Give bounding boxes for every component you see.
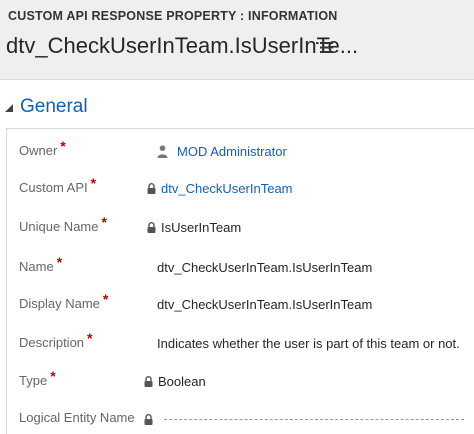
field-row-name: Name * dtv_CheckUserInTeam.IsUserInTeam — [7, 251, 474, 281]
owner-field[interactable]: MOD Administrator — [157, 141, 287, 161]
custom-api-field[interactable]: dtv_CheckUserInTeam — [147, 178, 293, 198]
lock-icon — [147, 221, 156, 233]
field-label-unique-name: Unique Name * — [19, 214, 107, 234]
type-value: Boolean — [158, 373, 206, 389]
menu-list-icon[interactable] — [315, 38, 335, 56]
type-field: Boolean — [144, 371, 206, 391]
unique-name-value: IsUserInTeam — [161, 219, 242, 235]
description-field[interactable]: Indicates whether the user is part of th… — [157, 333, 460, 353]
custom-api-link[interactable]: dtv_CheckUserInTeam — [161, 181, 293, 196]
collapse-triangle-icon[interactable] — [4, 101, 14, 113]
user-icon — [157, 144, 168, 158]
section-title: General — [20, 96, 88, 117]
required-marker: * — [56, 254, 63, 270]
description-value[interactable]: Indicates whether the user is part of th… — [157, 336, 460, 351]
empty-value-placeholder — [164, 418, 464, 420]
field-label-custom-api: Custom API * — [19, 175, 97, 195]
unique-name-field: IsUserInTeam — [147, 217, 241, 237]
lock-icon — [144, 413, 153, 425]
section-header-general[interactable]: General — [4, 94, 88, 120]
field-row-unique-name: Unique Name * IsUserInTeam — [7, 211, 474, 241]
required-marker: * — [101, 214, 107, 230]
record-title: dtv_CheckUserInTeam.IsUserInTe... — [6, 33, 359, 58]
field-row-type: Type * Boolean — [7, 365, 474, 395]
field-label-display-name: Display Name * — [19, 291, 109, 311]
required-marker: * — [60, 138, 66, 154]
name-field[interactable]: dtv_CheckUserInTeam.IsUserInTeam — [157, 257, 372, 277]
logical-entity-name-field — [144, 409, 464, 429]
required-marker: * — [87, 330, 93, 346]
field-row-owner: Owner * MOD Administrator — [7, 135, 474, 165]
required-marker: * — [50, 368, 56, 384]
field-label-logical-entity-name: Logical Entity Name — [19, 410, 135, 425]
name-value[interactable]: dtv_CheckUserInTeam.IsUserInTeam — [157, 260, 372, 275]
lock-icon — [147, 182, 156, 194]
field-row-description: Description * Indicates whether the user … — [7, 327, 474, 357]
field-label-owner: Owner * — [19, 138, 66, 158]
field-row-custom-api: Custom API * dtv_CheckUserInTeam — [7, 172, 474, 202]
field-label-name: Name * — [19, 254, 63, 274]
form-header: CUSTOM API RESPONSE PROPERTY : INFORMATI… — [0, 0, 474, 80]
owner-link[interactable]: MOD Administrator — [177, 144, 287, 159]
field-row-display-name: Display Name * dtv_CheckUserInTeam.IsUser… — [7, 288, 474, 318]
required-marker: * — [102, 291, 109, 307]
form-panel: Owner * MOD Administrator Custom API * dtv… — [6, 128, 474, 434]
field-row-logical-entity-name: Logical Entity Name — [7, 403, 474, 433]
entity-label: CUSTOM API RESPONSE PROPERTY : INFORMATI… — [8, 9, 338, 23]
field-label-description: Description * — [19, 330, 93, 350]
lock-icon — [144, 375, 153, 387]
required-marker: * — [90, 175, 97, 191]
field-label-type: Type * — [19, 368, 56, 388]
display-name-value[interactable]: dtv_CheckUserInTeam.IsUserInTeam — [157, 297, 372, 312]
display-name-field[interactable]: dtv_CheckUserInTeam.IsUserInTeam — [157, 294, 372, 314]
